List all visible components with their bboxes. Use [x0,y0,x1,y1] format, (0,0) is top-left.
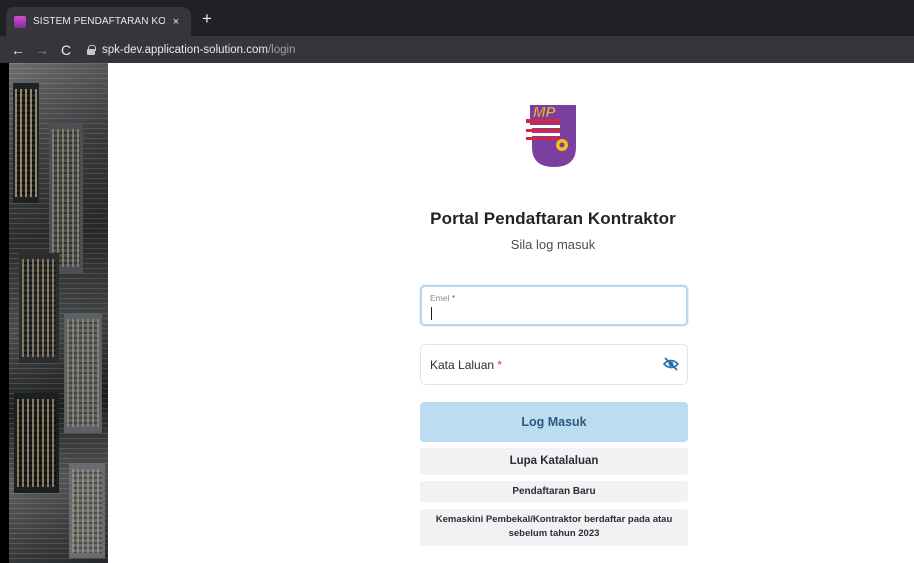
page: MP Portal Pendaftaran Kontraktor Sila lo… [0,63,914,563]
update-registration-button[interactable]: Kemaskini Pembekal/Kontraktor berdaftar … [420,509,688,546]
mpj-logo: MP [526,104,576,167]
email-input[interactable] [431,305,661,321]
mpj-logo-icon [14,15,26,28]
login-panel: MP Portal Pendaftaran Kontraktor Sila lo… [108,63,914,563]
logo-text: MP [533,104,556,121]
reload-button[interactable]: C [56,40,76,60]
new-tab-button[interactable]: + [197,9,217,29]
forward-button[interactable]: → [32,40,52,60]
city-photo [9,63,108,563]
left-edge [0,63,9,563]
eye-slash-icon[interactable] [663,357,679,371]
address-bar[interactable]: spk-dev.application-solution.com/login [86,39,295,61]
url-path: /login [267,43,296,56]
password-field[interactable]: Kata Laluan * [420,344,688,385]
close-tab-icon[interactable]: × [169,16,183,28]
browser-tab[interactable]: SISTEM PENDAFTARAN KONTRA × [6,7,191,36]
login-button[interactable]: Log Masuk [420,402,688,442]
page-title: Portal Pendaftaran Kontraktor [430,209,676,228]
browser-toolbar: ← → C spk-dev.application-solution.com/l… [0,36,914,63]
register-button[interactable]: Pendaftaran Baru [420,481,688,502]
browser-tab-bar: SISTEM PENDAFTARAN KONTRA × + [0,0,914,36]
back-button[interactable]: ← [8,40,28,60]
url-host: spk-dev.application-solution.com [102,43,268,56]
page-subtitle: Sila log masuk [510,237,596,252]
password-label: Kata Laluan * [430,358,503,372]
email-field[interactable]: Emel * [420,285,688,326]
email-label: Emel * [430,293,456,303]
lock-icon [86,44,96,55]
tab-title: SISTEM PENDAFTARAN KONTRA [33,16,165,27]
forgot-password-button[interactable]: Lupa Katalaluan [420,448,688,475]
